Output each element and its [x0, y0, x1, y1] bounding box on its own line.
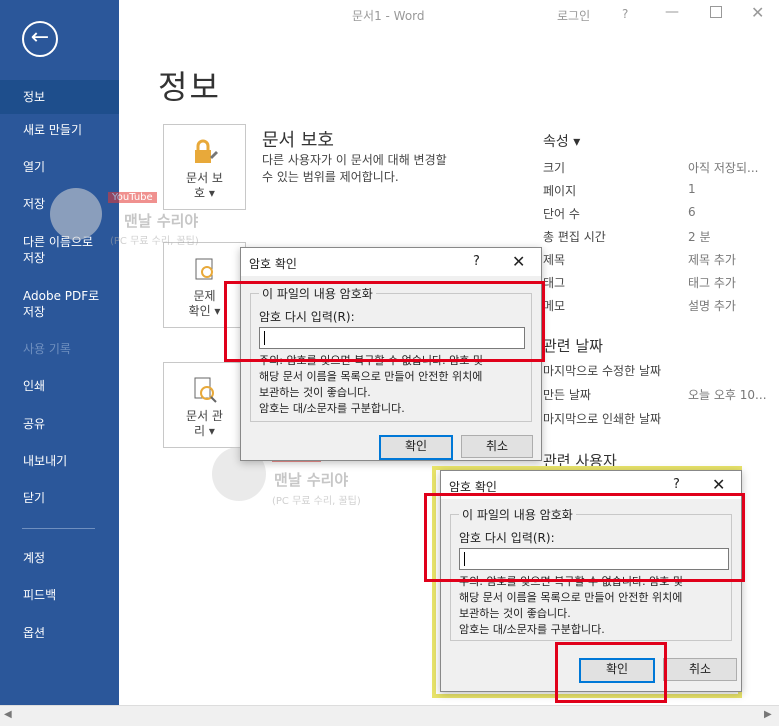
- nav-label: 새로 만들기: [23, 123, 83, 137]
- window-title: 문서1 - Word: [352, 9, 425, 23]
- prop-tags-value[interactable]: 태그 추가: [688, 274, 736, 291]
- date-printed-label: 마지막으로 인쇄한 날짜: [543, 412, 662, 426]
- help-icon[interactable]: ?: [473, 254, 480, 269]
- title-bar: 문서1 - Word 로그인 ? — ✕: [119, 0, 779, 30]
- nav-label: 계정: [23, 551, 46, 565]
- prop-tags-label: 태그: [543, 276, 566, 290]
- dialog-title: 암호 확인: [249, 257, 297, 271]
- dates-heading: 관련 날짜: [543, 337, 603, 355]
- backstage-sidebar: ← 정보 새로 만들기 열기 저장 다른 이름으로 저장 Adobe PDF로 …: [0, 0, 119, 705]
- nav-info[interactable]: 정보: [0, 80, 119, 114]
- nav-share[interactable]: 공유: [0, 416, 119, 432]
- prop-edit-time-value: 2 분: [688, 230, 711, 244]
- highlight-box: [424, 493, 745, 582]
- nav-label: 피드백: [23, 588, 57, 602]
- manage-document-button[interactable]: 문서 관 리 ▾: [163, 362, 246, 448]
- nav-label: 사용 기록: [23, 342, 71, 356]
- protect-description: 다른 사용자가 이 문서에 대해 변경할 수 있는 범위를 제어합니다.: [262, 153, 447, 184]
- highlight-box: [224, 281, 545, 362]
- login-link[interactable]: 로그인: [557, 7, 590, 24]
- nav-export[interactable]: 내보내기: [0, 453, 119, 469]
- nav-label: 열기: [23, 160, 46, 174]
- nav-open[interactable]: 열기: [0, 159, 119, 175]
- horizontal-scrollbar[interactable]: ◀ ▶: [0, 705, 779, 726]
- watermark-logo-icon: [50, 188, 102, 240]
- scroll-left-icon[interactable]: ◀: [4, 709, 12, 720]
- warning-text: 주의: 암호를 잊으면 복구할 수 없습니다. 암호 및 해당 문서 이름을 목…: [259, 354, 483, 415]
- nav-save-pdf[interactable]: Adobe PDF로 저장: [0, 288, 119, 320]
- prop-comments-value[interactable]: 설명 추가: [688, 297, 736, 314]
- maximize-icon[interactable]: [710, 6, 722, 18]
- close-icon[interactable]: ✕: [712, 475, 725, 494]
- nav-divider: [22, 528, 95, 529]
- youtube-badge: YouTube: [108, 192, 157, 203]
- watermark-title: 맨날 수리야: [124, 212, 199, 230]
- nav-options[interactable]: 옵션: [0, 625, 119, 641]
- nav-label: 공유: [23, 417, 46, 431]
- minimize-icon[interactable]: —: [665, 4, 679, 20]
- prop-size-value: 아직 저장되...: [688, 161, 759, 175]
- nav-label: Adobe PDF로 저장: [23, 289, 100, 319]
- date-created-value: 오늘 오후 10...: [688, 388, 767, 402]
- nav-label: 내보내기: [23, 454, 68, 468]
- dialog-titlebar: 암호 확인 ? ✕: [241, 248, 541, 276]
- nav-label: 인쇄: [23, 379, 46, 393]
- protect-heading: 문서 보호: [262, 130, 334, 151]
- nav-new[interactable]: 새로 만들기: [0, 122, 119, 138]
- highlight-box: [555, 642, 667, 703]
- prop-pages-label: 페이지: [543, 184, 577, 198]
- watermark-title: 맨날 수리야: [274, 471, 349, 489]
- prop-title-value[interactable]: 제목 추가: [688, 251, 736, 268]
- watermark-subtitle: (PC 무료 수리, 꿀팁): [272, 496, 361, 507]
- document-search-icon: [194, 377, 217, 403]
- nav-print[interactable]: 인쇄: [0, 378, 119, 394]
- close-window-icon[interactable]: ✕: [751, 3, 764, 22]
- nav-label: 저장: [23, 197, 46, 211]
- prop-words-label: 단어 수: [543, 207, 580, 221]
- prop-edit-time-label: 총 편집 시간: [543, 230, 606, 244]
- watermark-subtitle: (PC 무료 수리, 꿀팁): [110, 236, 199, 247]
- nav-label: 옵션: [23, 626, 46, 640]
- cancel-button[interactable]: 취소: [663, 658, 737, 681]
- ok-button[interactable]: 확인: [379, 435, 453, 460]
- nav-history: 사용 기록: [0, 341, 119, 357]
- page-title: 정보: [158, 68, 221, 106]
- cancel-button[interactable]: 취소: [461, 435, 533, 458]
- prop-words-value: 6: [688, 205, 696, 219]
- prop-comments-label: 메모: [543, 299, 566, 313]
- lock-icon: [194, 139, 218, 163]
- scroll-right-icon[interactable]: ▶: [764, 709, 772, 720]
- manage-label: 문서 관 리 ▾: [186, 409, 223, 438]
- prop-size-label: 크기: [543, 161, 566, 175]
- help-icon[interactable]: ?: [622, 7, 628, 21]
- nav-label: 정보: [23, 90, 46, 104]
- channel-watermark: YouTube 맨날 수리야 (PC 무료 수리, 꿀팁): [50, 188, 240, 248]
- prop-pages-value: 1: [688, 182, 696, 196]
- properties-heading[interactable]: 속성 ▾: [543, 131, 580, 151]
- back-arrow-icon[interactable]: ←: [22, 21, 58, 57]
- date-created-label: 만든 날짜: [543, 388, 591, 402]
- nav-feedback[interactable]: 피드백: [0, 587, 119, 603]
- nav-label: 닫기: [23, 491, 46, 505]
- help-icon[interactable]: ?: [673, 477, 680, 492]
- prop-title-label: 제목: [543, 253, 566, 267]
- nav-account[interactable]: 계정: [0, 550, 119, 566]
- date-modified-label: 마지막으로 수정한 날짜: [543, 364, 662, 378]
- warning-text: 주의: 암호를 잊으면 복구할 수 없습니다. 암호 및 해당 문서 이름을 목…: [459, 575, 683, 636]
- close-icon[interactable]: ✕: [512, 252, 525, 271]
- nav-close[interactable]: 닫기: [0, 490, 119, 506]
- inspect-icon: [195, 258, 213, 280]
